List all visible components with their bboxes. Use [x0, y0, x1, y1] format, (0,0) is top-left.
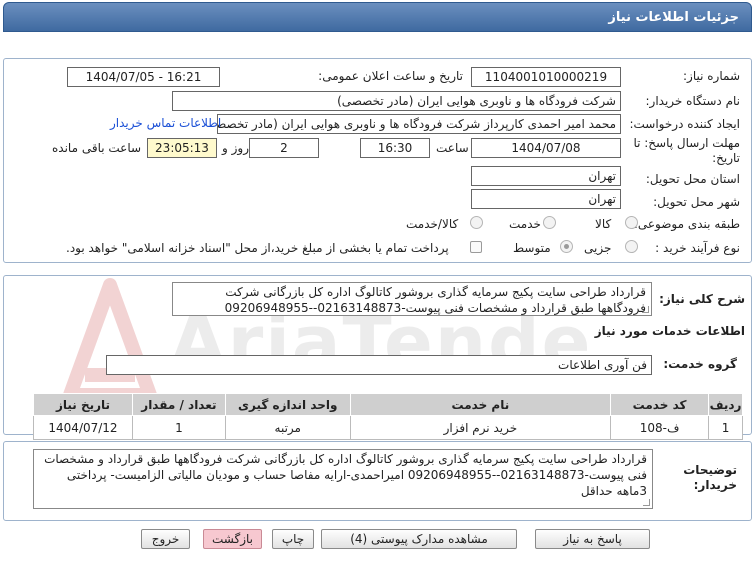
col-service-code: کد خدمت: [610, 393, 710, 416]
category-goods-service-radio[interactable]: [470, 216, 483, 229]
need-number-label: شماره نیاز:: [683, 69, 740, 83]
cell-need-date: 1404/07/12: [33, 415, 133, 440]
page-title: جزئیات اطلاعات نیاز: [608, 9, 739, 25]
process-label: نوع فرآیند خرید :: [655, 241, 740, 255]
payment-note: پرداخت تمام یا بخشی از مبلغ خرید،از محل …: [66, 241, 449, 255]
table-row: 1 ف-108 خرید نرم افزار مرتبه 1 1404/07/1…: [33, 415, 743, 440]
services-table-header: ردیف کد خدمت نام خدمت واحد اندازه گیری ت…: [33, 393, 743, 416]
col-quantity: تعداد / مقدار: [131, 393, 226, 416]
col-unit: واحد اندازه گیری: [224, 393, 351, 416]
contact-buyer-link[interactable]: اطلاعات تماس خریدار: [110, 116, 221, 130]
back-button[interactable]: بازگشت: [203, 529, 262, 549]
summary-textarea: قرارداد طراحی سایت پکیج سرمایه گذاری برو…: [172, 282, 652, 316]
process-minor-label: جزیی: [584, 241, 612, 255]
city-field: تهران: [471, 189, 621, 209]
city-label: شهر محل تحویل:: [653, 195, 740, 209]
resize-grip[interactable]: [643, 499, 650, 506]
announce-label: تاریخ و ساعت اعلان عمومی:: [318, 69, 463, 83]
creator-label: ایجاد کننده درخواست:: [629, 117, 740, 131]
services-table: ردیف کد خدمت نام خدمت واحد اندازه گیری ت…: [33, 393, 743, 440]
deadline-label-2: تاریخ:: [712, 151, 740, 165]
buyer-notes-label: توضیحات: [683, 463, 737, 477]
summary-label: شرح کلی نیاز:: [659, 292, 745, 306]
days-field: 2: [249, 138, 319, 158]
summary-text: قرارداد طراحی سایت پکیج سرمایه گذاری برو…: [224, 285, 646, 315]
creator-field: محمد امیر احمدی کارپرداز شرکت فرودگاه ها…: [217, 114, 621, 134]
need-info-panel: [3, 58, 752, 263]
deadline-time-field: 16:30: [360, 138, 430, 158]
category-service-label: خدمت: [509, 217, 541, 231]
buyer-notes-label-2: خریدار:: [693, 478, 737, 492]
service-group-field: فن آوری اطلاعات: [106, 355, 652, 375]
process-minor-radio[interactable]: [625, 240, 638, 253]
province-label: استان محل تحویل:: [645, 172, 740, 186]
buyer-org-label: نام دستگاه خریدار:: [645, 94, 741, 108]
days-label: روز و: [222, 141, 249, 155]
category-goods-radio[interactable]: [625, 216, 638, 229]
buyer-notes-text: قرارداد طراحی سایت پکیج سرمایه گذاری برو…: [44, 452, 647, 498]
buyer-org-field: شرکت فرودگاه ها و ناوبری هوایی ایران (ما…: [172, 91, 621, 111]
col-need-date: تاریخ نیاز: [33, 393, 133, 416]
buyer-notes-textarea: قرارداد طراحی سایت پکیج سرمایه گذاری برو…: [33, 449, 653, 509]
deadline-date-field: 1404/07/08: [471, 138, 621, 158]
col-service-name: نام خدمت: [349, 393, 612, 416]
service-group-label: گروه خدمت:: [663, 357, 737, 371]
col-row: ردیف: [708, 393, 743, 416]
attachments-button[interactable]: مشاهده مدارک پیوستی (4): [321, 529, 517, 549]
cell-service-code: ف-108: [610, 415, 710, 440]
remaining-label: ساعت باقی مانده: [52, 141, 142, 155]
category-label: طبقه بندی موضوعی:: [633, 217, 740, 231]
announce-field: 1404/07/05 - 16:21: [67, 67, 220, 87]
process-medium-label: متوسط: [513, 241, 551, 255]
services-section-title: اطلاعات خدمات مورد نیاز: [594, 324, 745, 338]
cell-quantity: 1: [131, 415, 226, 440]
category-service-radio[interactable]: [543, 216, 556, 229]
time-label: ساعت: [436, 141, 469, 155]
reply-button[interactable]: پاسخ به نیاز: [535, 529, 650, 549]
need-number-field: 1104001010000219: [471, 67, 621, 87]
treasury-payment-checkbox[interactable]: [470, 241, 482, 253]
exit-button[interactable]: خروج: [141, 529, 190, 549]
resize-grip[interactable]: [642, 306, 649, 313]
deadline-label: مهلت ارسال پاسخ: تا: [633, 136, 740, 150]
cell-row: 1: [708, 415, 743, 440]
cell-service-name: خرید نرم افزار: [349, 415, 612, 440]
cell-unit: مرتبه: [224, 415, 351, 440]
remaining-time-field: 23:05:13: [147, 138, 217, 158]
category-goods-label: کالا: [595, 217, 612, 231]
print-button[interactable]: چاپ: [272, 529, 314, 549]
category-goods-service-label: کالا/خدمت: [406, 217, 459, 231]
page-header: جزئیات اطلاعات نیاز: [3, 2, 752, 32]
process-medium-radio[interactable]: [560, 240, 573, 253]
province-field: تهران: [471, 166, 621, 186]
